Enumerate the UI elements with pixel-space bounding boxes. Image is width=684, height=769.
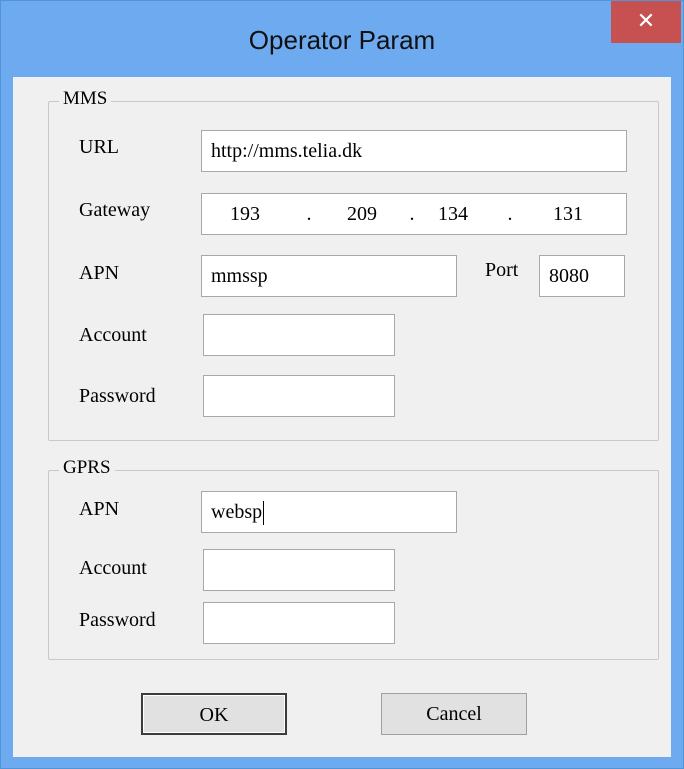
close-button[interactable]: ✕ [611, 1, 681, 43]
text-caret [263, 501, 265, 526]
gateway-dot-3: . [507, 203, 513, 225]
port-label: Port [485, 259, 519, 281]
window-title: Operator Param [248, 25, 436, 55]
port-input[interactable]: 8080 [539, 255, 625, 297]
gprs-password-input[interactable] [203, 602, 395, 644]
operator-param-dialog: Operator Param ✕ MMS URL http://mms.teli… [0, 0, 684, 769]
mms-password-label: Password [79, 385, 156, 407]
gateway-dot-2: . [409, 203, 415, 225]
url-input[interactable]: http://mms.telia.dk [201, 130, 627, 172]
mms-group-label: MMS [59, 88, 112, 110]
gprs-password-label: Password [79, 609, 156, 631]
gprs-group-label: GPRS [59, 457, 115, 479]
gateway-dot-1: . [306, 203, 312, 225]
mms-group: MMS URL http://mms.telia.dk Gateway 193 … [48, 88, 659, 441]
dialog-body: MMS URL http://mms.telia.dk Gateway 193 … [13, 77, 671, 757]
gprs-account-input[interactable] [203, 549, 395, 591]
title-bar[interactable]: Operator Param ✕ [1, 1, 683, 77]
ok-button[interactable]: OK [141, 693, 287, 735]
url-label: URL [79, 136, 119, 158]
gateway-label: Gateway [79, 199, 151, 221]
close-icon: ✕ [636, 9, 656, 34]
gateway-octet-4[interactable]: 131 [538, 194, 598, 234]
gateway-octet-1[interactable]: 193 [215, 194, 275, 234]
gateway-octet-3[interactable]: 134 [423, 194, 483, 234]
gprs-apn-input[interactable]: websp [201, 491, 457, 533]
gprs-apn-label: APN [79, 498, 120, 520]
gprs-apn-value: websp [211, 501, 263, 523]
cancel-button[interactable]: Cancel [381, 693, 527, 735]
mms-apn-label: APN [79, 262, 120, 284]
gateway-ip-input[interactable]: 193 . 209 . 134 . 131 [201, 193, 627, 235]
gprs-account-label: Account [79, 557, 147, 579]
gprs-group: GPRS APN websp Account Password [48, 457, 659, 660]
mms-password-input[interactable] [203, 375, 395, 417]
mms-account-input[interactable] [203, 314, 395, 356]
gateway-octet-2[interactable]: 209 [332, 194, 392, 234]
mms-account-label: Account [79, 324, 147, 346]
mms-apn-input[interactable]: mmssp [201, 255, 457, 297]
